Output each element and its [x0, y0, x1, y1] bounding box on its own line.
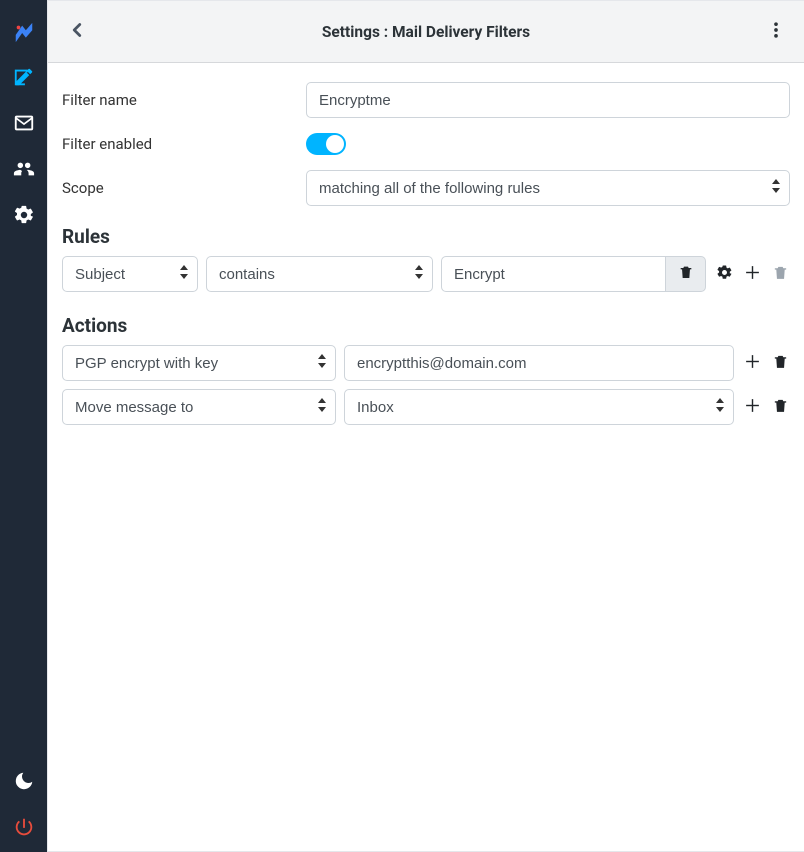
filter-enabled-row: Filter enabled — [62, 123, 790, 165]
rules-section-title: Rules — [62, 225, 790, 248]
rule-delete-value-button[interactable] — [666, 256, 706, 292]
sidebar-compose[interactable] — [0, 56, 47, 102]
topbar: Settings : Mail Delivery Filters — [48, 1, 804, 63]
action-row: Move message to Inbox — [62, 389, 790, 425]
actions-section-title: Actions — [62, 314, 790, 337]
page-title: Settings : Mail Delivery Filters — [48, 23, 804, 41]
filter-name-input[interactable] — [306, 82, 790, 118]
sidebar-settings[interactable] — [0, 194, 47, 240]
app-sidebar — [0, 0, 47, 852]
plus-icon — [744, 397, 761, 418]
rule-settings-button[interactable] — [714, 264, 734, 284]
trash-icon — [678, 264, 694, 284]
content: Filter name Filter enabled Scope matchin… — [48, 63, 804, 433]
action-add-button[interactable] — [742, 353, 762, 373]
filter-name-label: Filter name — [62, 91, 306, 109]
more-menu-button[interactable] — [766, 20, 786, 44]
sidebar-mail[interactable] — [0, 102, 47, 148]
rule-operator-select[interactable]: contains — [206, 256, 433, 292]
moon-icon — [13, 770, 35, 796]
rule-row: Subject contains — [62, 256, 790, 292]
trash-icon — [772, 397, 789, 418]
compose-icon — [13, 66, 35, 92]
action-param-input[interactable] — [344, 345, 734, 381]
action-type-select[interactable]: Move message to — [62, 389, 336, 425]
back-button[interactable] — [62, 17, 92, 47]
filter-enabled-toggle[interactable] — [306, 133, 346, 155]
plus-icon — [744, 264, 761, 285]
trash-icon — [772, 264, 789, 285]
app-logo-icon — [11, 20, 37, 46]
sidebar-contacts[interactable] — [0, 148, 47, 194]
filter-enabled-label: Filter enabled — [62, 135, 306, 153]
action-remove-button[interactable] — [770, 353, 790, 373]
rule-field-select[interactable]: Subject — [62, 256, 198, 292]
scope-row: Scope matching all of the following rule… — [62, 167, 790, 209]
gear-icon — [716, 264, 733, 285]
main-pane: Settings : Mail Delivery Filters Filter … — [47, 0, 804, 852]
scope-select[interactable]: matching all of the following rules — [306, 170, 790, 206]
rule-value-input[interactable] — [441, 256, 666, 292]
filter-name-row: Filter name — [62, 79, 790, 121]
sidebar-logout[interactable] — [0, 806, 47, 852]
scope-label: Scope — [62, 179, 306, 197]
action-type-select[interactable]: PGP encrypt with key — [62, 345, 336, 381]
contacts-icon — [13, 158, 35, 184]
chevron-left-icon — [66, 19, 88, 45]
action-remove-button[interactable] — [770, 397, 790, 417]
sidebar-logo[interactable] — [0, 10, 47, 56]
trash-icon — [772, 353, 789, 374]
action-add-button[interactable] — [742, 397, 762, 417]
action-row: PGP encrypt with key — [62, 345, 790, 381]
mail-icon — [13, 112, 35, 138]
power-icon — [13, 816, 35, 842]
sidebar-dark-mode[interactable] — [0, 760, 47, 806]
gear-icon — [13, 204, 35, 230]
rule-remove-button-disabled — [770, 264, 790, 284]
rule-add-button[interactable] — [742, 264, 762, 284]
plus-icon — [744, 353, 761, 374]
action-param-select[interactable]: Inbox — [344, 389, 734, 425]
more-vertical-icon — [766, 28, 786, 44]
